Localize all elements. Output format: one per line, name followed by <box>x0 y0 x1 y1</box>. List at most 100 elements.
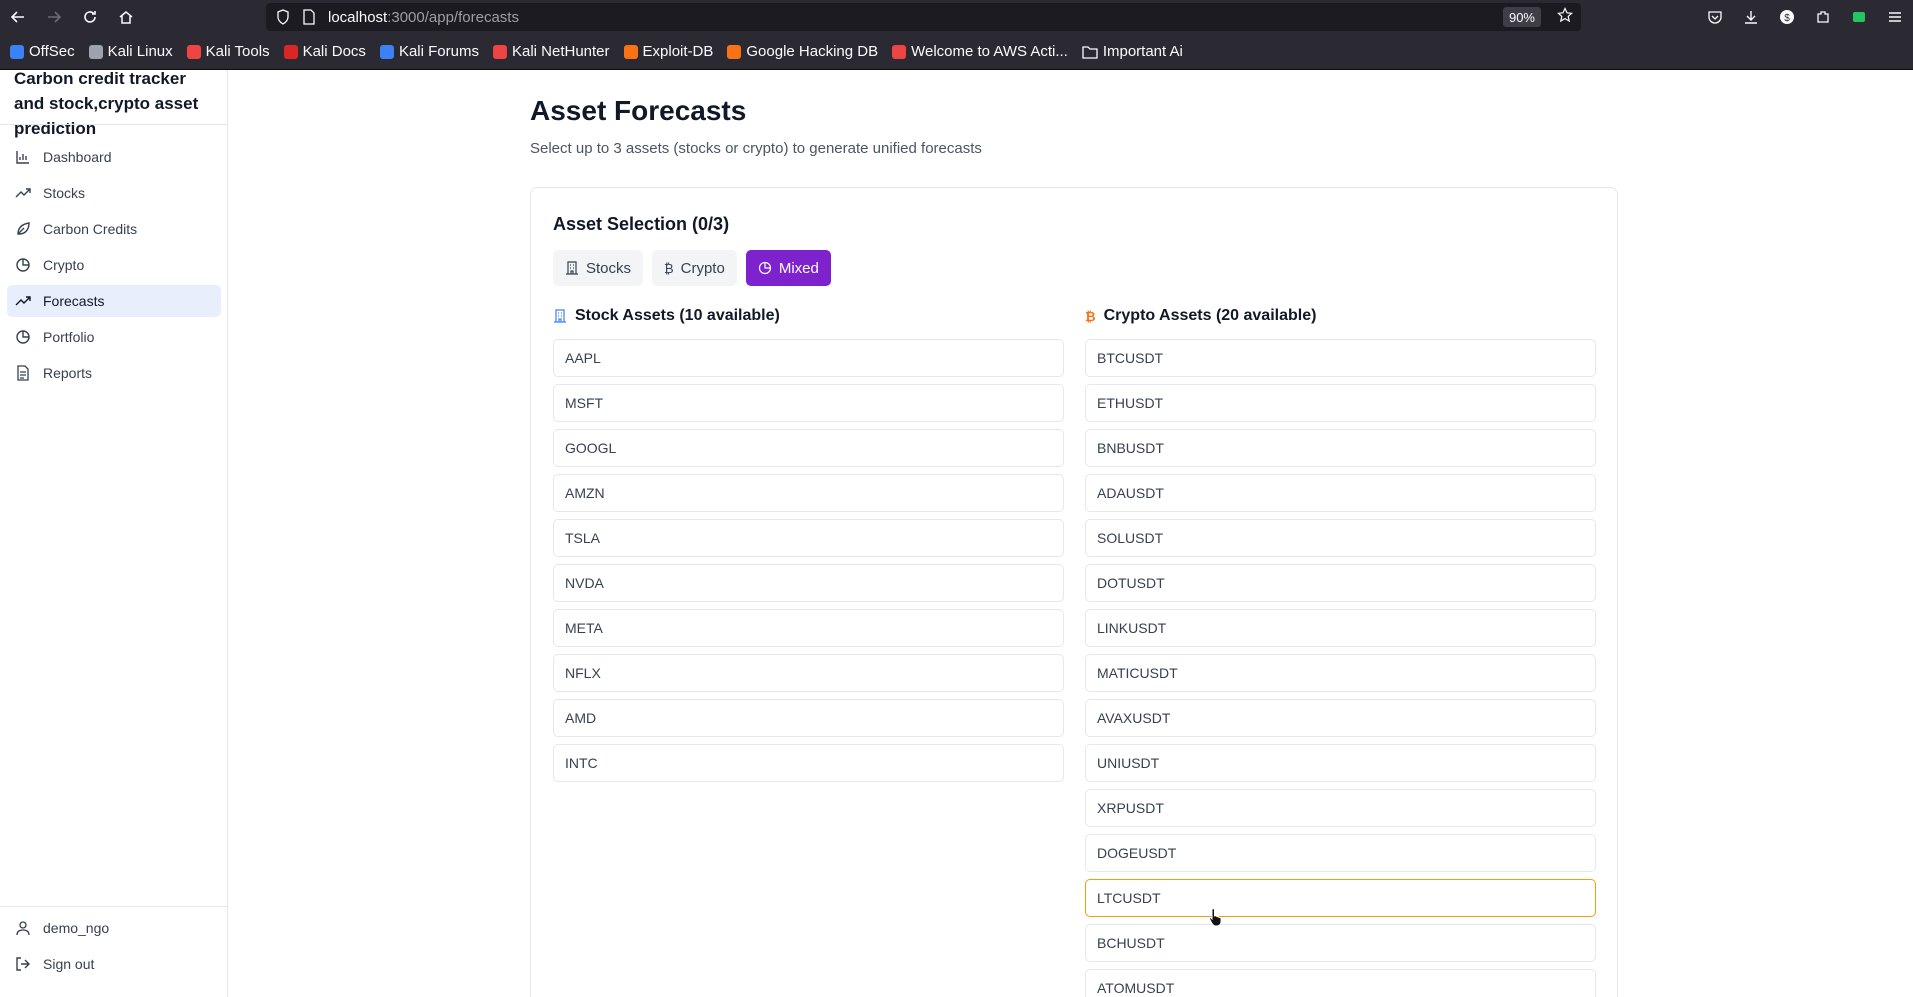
sign-out-button[interactable]: Sign out <box>15 956 94 972</box>
crypto-asset-ltcusdt[interactable]: LTCUSDT <box>1085 879 1596 917</box>
stock-asset-tsla[interactable]: TSLA <box>553 519 1064 557</box>
pie-chart-icon <box>16 330 30 344</box>
bookmark-offsec[interactable]: OffSec <box>10 43 75 60</box>
bookmark-kali-tools[interactable]: Kali Tools <box>186 43 270 60</box>
crypto-asset-solusdt[interactable]: SOLUSDT <box>1085 519 1596 557</box>
trending-up-icon <box>15 296 31 306</box>
bookmark-label: Kali Linux <box>107 43 173 60</box>
url-text: localhost:3000/app/forecasts <box>328 9 519 26</box>
pocket-icon[interactable] <box>1697 9 1733 25</box>
reload-button[interactable] <box>72 0 108 34</box>
file-text-icon <box>17 365 29 381</box>
sidebar: Carbon credit tracker and stock,crypto a… <box>0 69 228 997</box>
bitcoin-icon: ₿ <box>664 260 674 276</box>
extensions-icon[interactable] <box>1805 9 1841 25</box>
bookmark-label: Welcome to AWS Acti... <box>911 43 1068 60</box>
bookmark-kali-nethunter[interactable]: Kali NetHunter <box>492 43 610 60</box>
divider <box>0 124 228 125</box>
crypto-assets-header: ₿ Crypto Assets (20 available) <box>1085 306 1596 326</box>
bookmark-kali-linux[interactable]: Kali Linux <box>88 43 173 60</box>
download-icon[interactable] <box>1733 9 1769 25</box>
sidebar-item-reports[interactable]: Reports <box>7 357 221 389</box>
tab-mixed[interactable]: Mixed <box>745 250 831 286</box>
bookmark-folder-important-ai[interactable]: Important Ai <box>1082 43 1183 60</box>
pie-chart-icon <box>758 261 771 275</box>
stock-assets-title: Stock Assets (10 available) <box>575 307 780 324</box>
kali-forums-icon <box>379 44 394 59</box>
back-button[interactable] <box>0 0 36 34</box>
arrow-left-icon <box>10 11 24 23</box>
crypto-asset-bnbusdt[interactable]: BNBUSDT <box>1085 429 1596 467</box>
bookmark-aws[interactable]: Welcome to AWS Acti... <box>892 43 1068 60</box>
sidebar-item-carbon-credits[interactable]: Carbon Credits <box>7 213 221 245</box>
sidebar-item-crypto[interactable]: Crypto <box>7 249 221 281</box>
bar-chart-icon <box>16 151 29 164</box>
crypto-assets-column: ₿ Crypto Assets (20 available) BTCUSDT ET… <box>1085 306 1596 997</box>
bookmark-exploit-db[interactable]: Exploit-DB <box>623 43 713 60</box>
folder-icon <box>1082 45 1098 59</box>
sidebar-nav: Dashboard Stocks Carbon Credits Crypto F… <box>7 141 221 393</box>
sidebar-item-label: Forecasts <box>43 293 105 309</box>
asset-selection-title: Asset Selection (0/3) <box>553 214 730 234</box>
tab-label: Crypto <box>680 259 725 277</box>
sidebar-item-label: Carbon Credits <box>43 221 138 237</box>
home-button[interactable] <box>108 0 144 34</box>
crypto-asset-adausdt[interactable]: ADAUSDT <box>1085 474 1596 512</box>
stock-asset-meta[interactable]: META <box>553 609 1064 647</box>
building-icon <box>566 261 578 275</box>
bookmark-label: Kali NetHunter <box>511 43 610 60</box>
offsec-icon <box>10 44 24 59</box>
sidebar-item-label: Dashboard <box>43 149 112 165</box>
bookmark-google-hacking-db[interactable]: Google Hacking DB <box>727 43 878 60</box>
stock-asset-amzn[interactable]: AMZN <box>553 474 1064 512</box>
username: demo_ngo <box>43 920 110 936</box>
crypto-asset-bchusdt[interactable]: BCHUSDT <box>1085 924 1596 962</box>
forward-button[interactable] <box>36 0 72 34</box>
stock-asset-msft[interactable]: MSFT <box>553 384 1064 422</box>
tab-stocks[interactable]: Stocks <box>553 250 644 286</box>
asset-selection-card: Asset Selection (0/3) Stocks ₿ Crypto Mi… <box>530 187 1618 997</box>
sidebar-item-forecasts[interactable]: Forecasts <box>7 285 221 317</box>
user-icon <box>16 921 30 936</box>
stock-asset-intc[interactable]: INTC <box>553 744 1064 782</box>
home-icon <box>119 11 133 24</box>
bookmark-kali-docs[interactable]: Kali Docs <box>283 43 366 60</box>
crypto-asset-uniusdt[interactable]: UNIUSDT <box>1085 744 1596 782</box>
crypto-asset-avaxusdt[interactable]: AVAXUSDT <box>1085 699 1596 737</box>
sidebar-item-dashboard[interactable]: Dashboard <box>7 141 221 173</box>
building-icon <box>554 309 566 323</box>
sidebar-item-portfolio[interactable]: Portfolio <box>7 321 221 353</box>
stock-asset-nvda[interactable]: NVDA <box>553 564 1064 602</box>
crypto-asset-maticusdt[interactable]: MATICUSDT <box>1085 654 1596 692</box>
account-icon[interactable]: $ <box>1769 9 1805 25</box>
extension-green-icon[interactable] <box>1841 9 1877 25</box>
stock-asset-amd[interactable]: AMD <box>553 699 1064 737</box>
tab-crypto[interactable]: ₿ Crypto <box>652 250 737 286</box>
hand-cursor-icon <box>1208 907 1224 932</box>
crypto-asset-ethusdt[interactable]: ETHUSDT <box>1085 384 1596 422</box>
zoom-badge[interactable]: 90% <box>1502 7 1541 27</box>
menu-icon[interactable] <box>1877 9 1913 25</box>
bookmark-label: Kali Forums <box>398 43 479 60</box>
crypto-asset-linkusdt[interactable]: LINKUSDT <box>1085 609 1596 647</box>
bookmark-label: OffSec <box>29 43 75 60</box>
stock-asset-nflx[interactable]: NFLX <box>553 654 1064 692</box>
bitcoin-icon: ₿ <box>1085 308 1096 324</box>
page-title: Asset Forecasts <box>530 95 747 126</box>
stock-asset-aapl[interactable]: AAPL <box>553 339 1064 377</box>
crypto-asset-atomusdt[interactable]: ATOMUSDT <box>1085 969 1596 997</box>
page-icon <box>303 9 315 25</box>
trending-up-icon <box>15 188 31 198</box>
crypto-asset-dogeusdt[interactable]: DOGEUSDT <box>1085 834 1596 872</box>
bookmark-star-icon[interactable] <box>1557 7 1573 28</box>
url-bar[interactable]: localhost:3000/app/forecasts 90% <box>266 3 1581 31</box>
sidebar-item-stocks[interactable]: Stocks <box>7 177 221 209</box>
page-subtitle: Select up to 3 assets (stocks or crypto)… <box>530 140 982 157</box>
stock-asset-googl[interactable]: GOOGL <box>553 429 1064 467</box>
crypto-asset-dotusdt[interactable]: DOTUSDT <box>1085 564 1596 602</box>
crypto-asset-xrpusdt[interactable]: XRPUSDT <box>1085 789 1596 827</box>
sidebar-item-label: Crypto <box>43 257 85 273</box>
bookmark-kali-forums[interactable]: Kali Forums <box>379 43 479 60</box>
crypto-asset-btcusdt[interactable]: BTCUSDT <box>1085 339 1596 377</box>
sidebar-item-label: Portfolio <box>43 329 95 345</box>
